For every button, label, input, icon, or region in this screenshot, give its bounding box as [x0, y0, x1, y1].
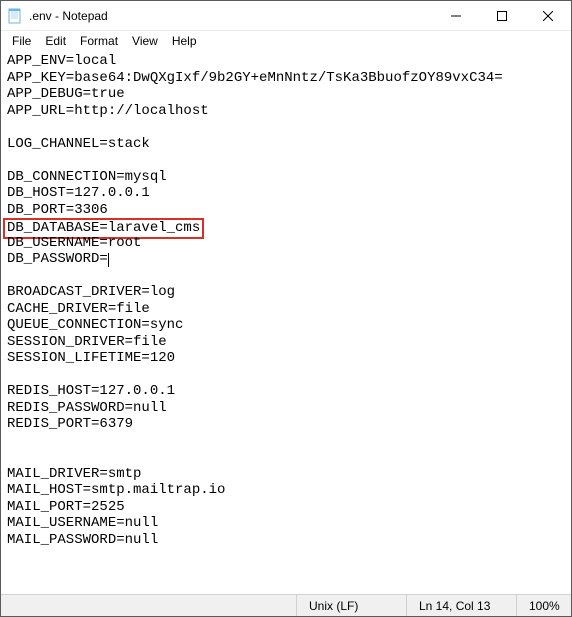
statusbar: Unix (LF) Ln 14, Col 13 100%: [1, 594, 571, 616]
text-line: MAIL_HOST=smtp.mailtrap.io: [7, 482, 565, 499]
text-line: MAIL_USERNAME=null: [7, 515, 565, 532]
menu-help[interactable]: Help: [165, 33, 204, 49]
menubar: File Edit Format View Help: [1, 31, 571, 51]
text-line: LOG_CHANNEL=stack: [7, 136, 565, 153]
text-line: [7, 433, 565, 450]
text-line: [7, 449, 565, 466]
text-line: BROADCAST_DRIVER=log: [7, 284, 565, 301]
notepad-icon: [7, 8, 23, 24]
window-controls: [433, 1, 571, 30]
text-line: CACHE_DRIVER=file: [7, 301, 565, 318]
status-eol: Unix (LF): [296, 595, 406, 616]
text-line: SESSION_DRIVER=file: [7, 334, 565, 351]
window-titlebar: .env - Notepad: [1, 1, 571, 31]
status-zoom: 100%: [516, 595, 571, 616]
text-line: MAIL_PORT=2525: [7, 499, 565, 516]
text-line: SESSION_LIFETIME=120: [7, 350, 565, 367]
text-line: [7, 268, 565, 285]
text-line: DB_CONNECTION=mysql: [7, 169, 565, 186]
text-editor-area[interactable]: APP_ENV=localAPP_KEY=base64:DwQXgIxf/9b2…: [1, 51, 571, 594]
menu-edit[interactable]: Edit: [38, 33, 73, 49]
text-line: MAIL_PASSWORD=null: [7, 532, 565, 549]
minimize-button[interactable]: [433, 1, 479, 30]
menu-format[interactable]: Format: [73, 33, 125, 49]
text-line: MAIL_DRIVER=smtp: [7, 466, 565, 483]
menu-file[interactable]: File: [5, 33, 38, 49]
text-line: [7, 152, 565, 169]
text-line: DB_DATABASE=laravel_cms: [7, 218, 565, 235]
status-position: Ln 14, Col 13: [406, 595, 516, 616]
menu-view[interactable]: View: [125, 33, 165, 49]
text-line: APP_KEY=base64:DwQXgIxf/9b2GY+eMnNntz/Ts…: [7, 70, 565, 87]
text-line: REDIS_HOST=127.0.0.1: [7, 383, 565, 400]
text-line: QUEUE_CONNECTION=sync: [7, 317, 565, 334]
text-line: APP_DEBUG=true: [7, 86, 565, 103]
text-line: [7, 367, 565, 384]
text-line: DB_PORT=3306: [7, 202, 565, 219]
text-line: APP_ENV=local: [7, 53, 565, 70]
text-line: DB_HOST=127.0.0.1: [7, 185, 565, 202]
text-line: REDIS_PORT=6379: [7, 416, 565, 433]
close-button[interactable]: [525, 1, 571, 30]
text-line: [7, 119, 565, 136]
text-cursor: [108, 253, 109, 267]
text-line: DB_USERNAME=root: [7, 235, 565, 252]
text-line: DB_PASSWORD=: [7, 251, 565, 268]
window-title: .env - Notepad: [29, 9, 433, 23]
text-line: APP_URL=http://localhost: [7, 103, 565, 120]
maximize-button[interactable]: [479, 1, 525, 30]
text-line: REDIS_PASSWORD=null: [7, 400, 565, 417]
